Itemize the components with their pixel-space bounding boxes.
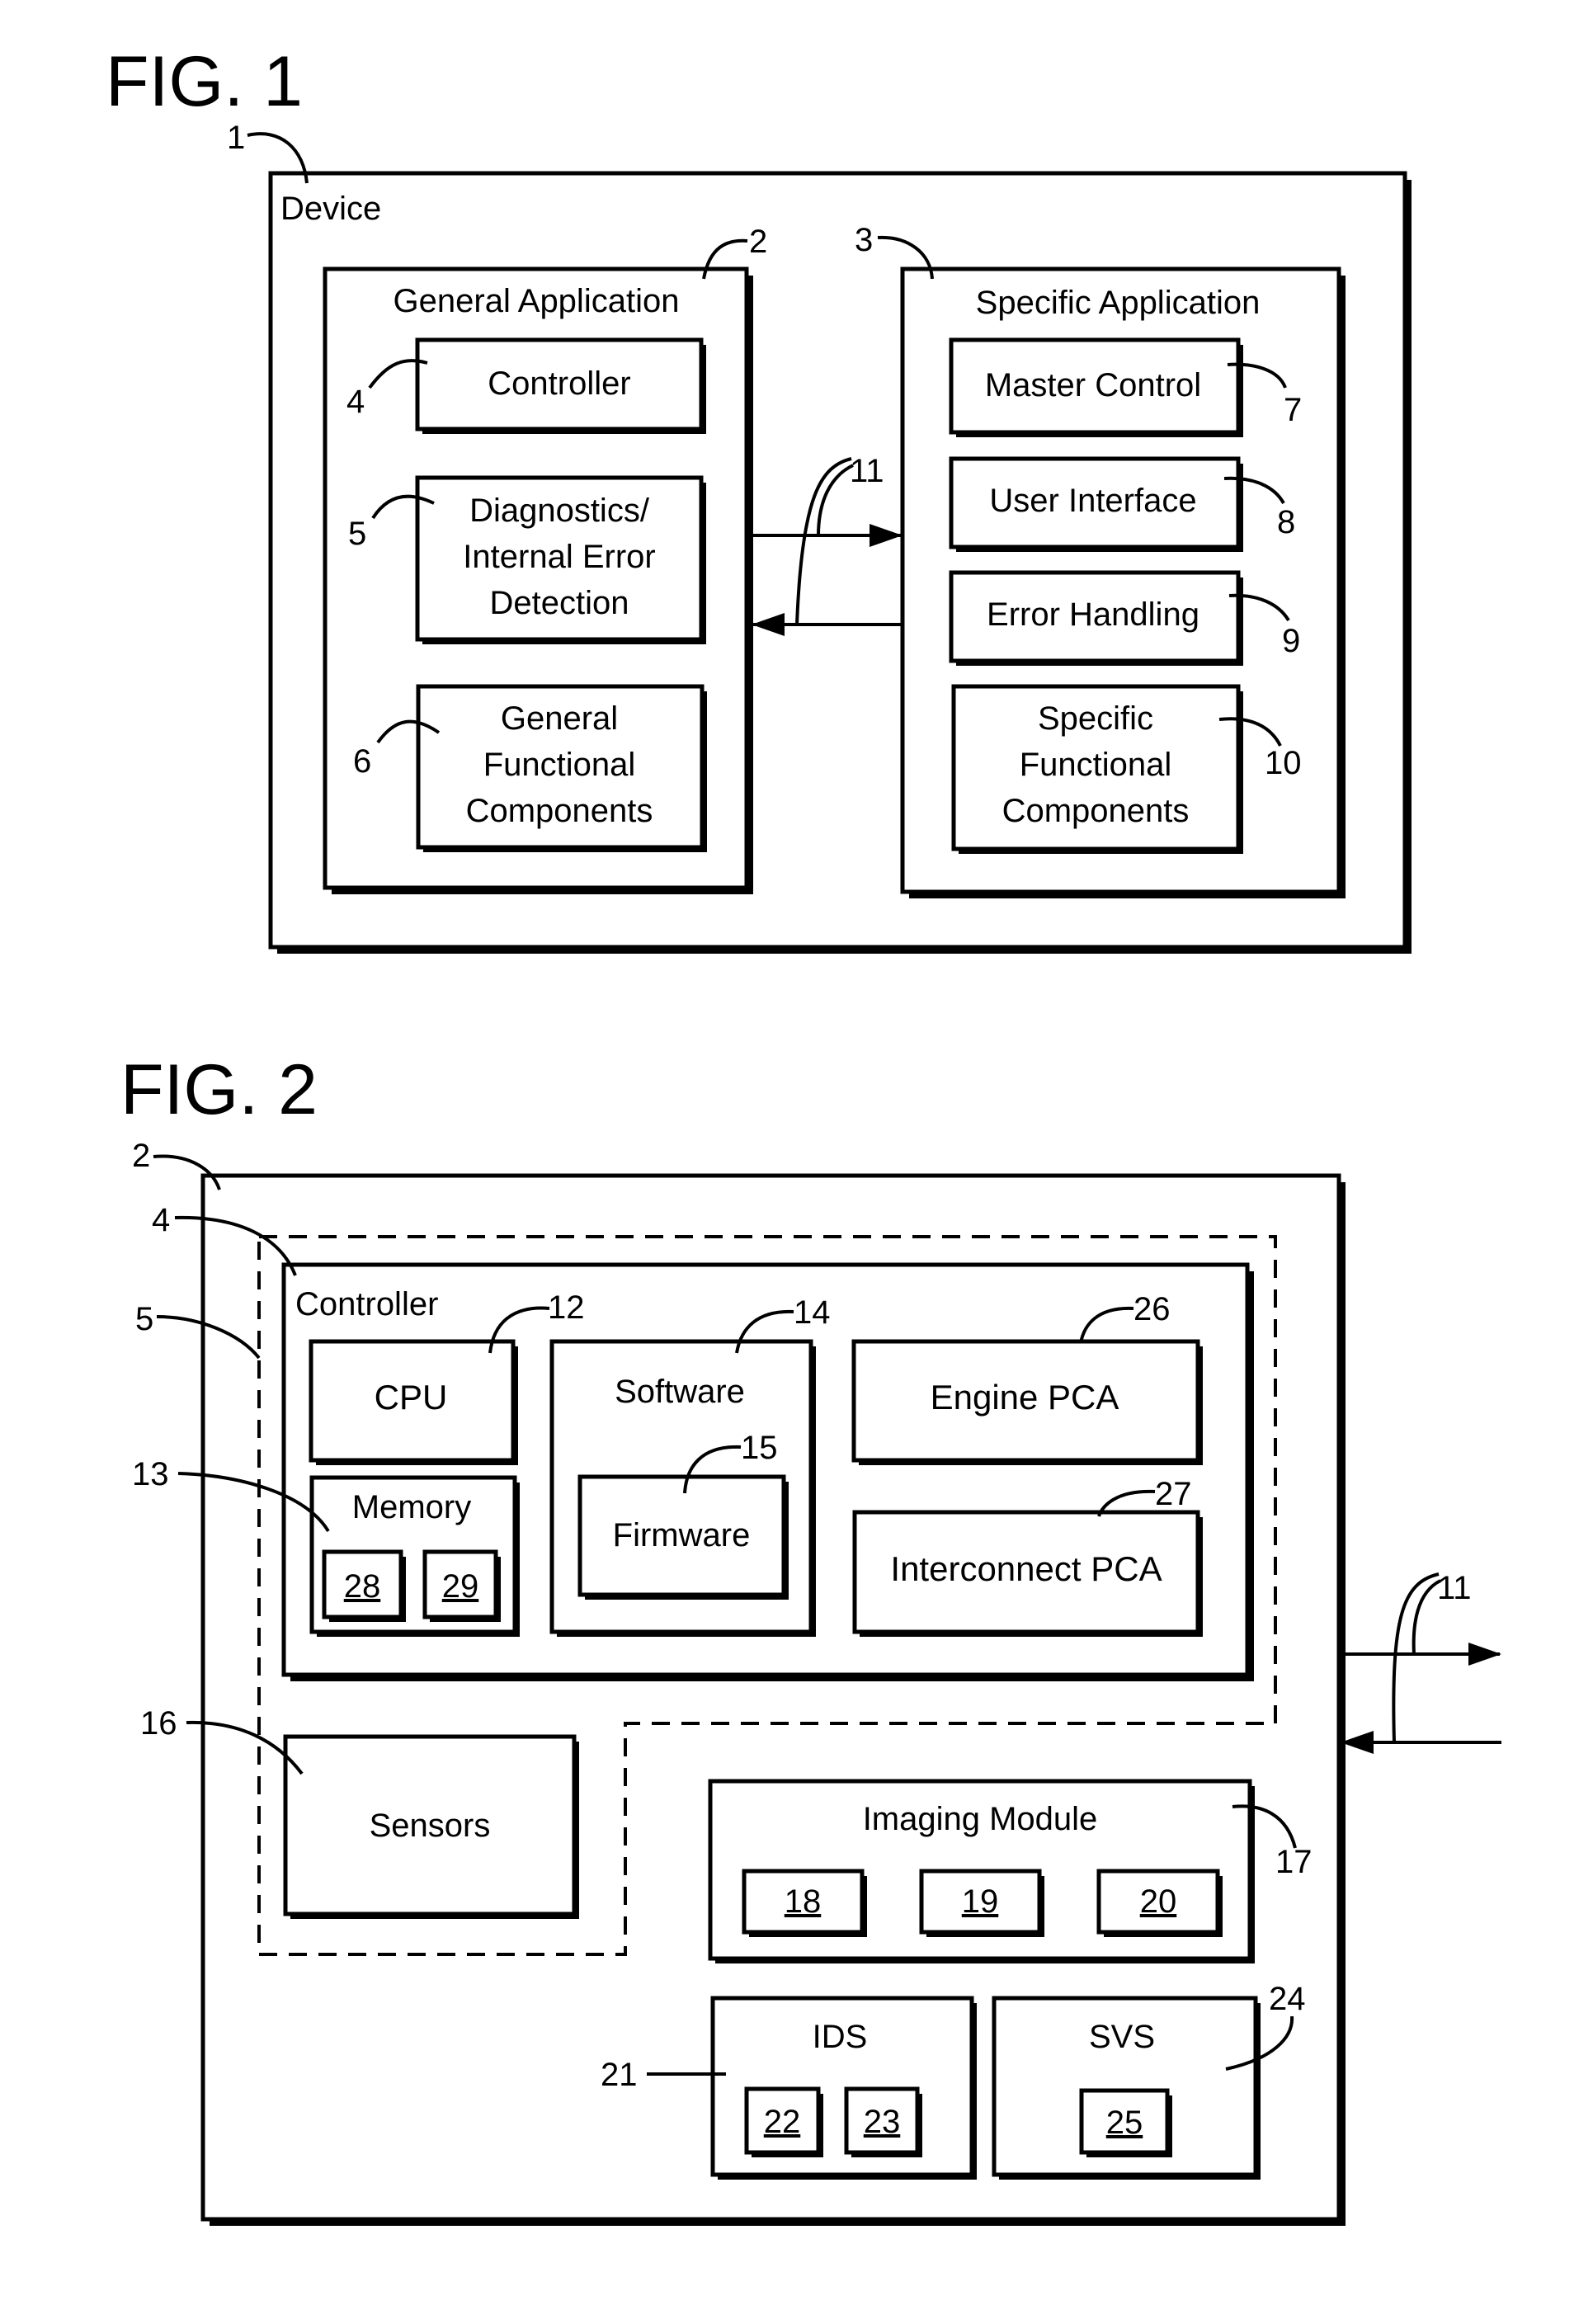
- sfc-label-line-1: Specific: [1038, 700, 1153, 737]
- ref-1: 1: [227, 120, 245, 156]
- ref-5: 5: [135, 1301, 153, 1337]
- ref-27: 27: [1155, 1476, 1192, 1512]
- ref-4: 4: [346, 384, 365, 420]
- controller-label: Controller: [295, 1286, 438, 1322]
- ref-2: 2: [132, 1138, 150, 1174]
- memory-label: Memory: [352, 1489, 471, 1525]
- ref-26: 26: [1133, 1291, 1171, 1327]
- diagnostics-label-line-1: Diagnostics/: [469, 493, 650, 529]
- imaging-module-box: Imaging Module 17 18 19 20: [708, 1779, 1313, 1963]
- ref-15: 15: [741, 1430, 778, 1466]
- diagnostics-label-line-2: Internal Error: [463, 539, 655, 575]
- gfc-label-line-2: Functional: [483, 747, 636, 783]
- imaging-module-label: Imaging Module: [863, 1801, 1098, 1837]
- fig1-title: FIG. 1: [106, 42, 303, 121]
- controller-label: Controller: [488, 365, 630, 402]
- ids-item-23: 23: [844, 2086, 922, 2157]
- ref-24: 24: [1269, 1981, 1306, 2017]
- sfc-label-line-3: Components: [1002, 793, 1190, 829]
- ids-item-22: 22: [744, 2086, 823, 2157]
- figure-2: FIG. 2 2 5 Controller 4 CPU 12 Memory 13…: [120, 1050, 1501, 2226]
- fig2-title: FIG. 2: [120, 1050, 318, 1129]
- ref-14: 14: [794, 1294, 831, 1331]
- item-28-label: 28: [344, 1568, 381, 1605]
- ref-21: 21: [601, 2057, 638, 2093]
- svs-item-25: 25: [1079, 2088, 1172, 2157]
- ref-7: 7: [1284, 392, 1302, 428]
- imaging-item-19: 19: [919, 1869, 1044, 1937]
- ref-13: 13: [132, 1456, 169, 1492]
- item-20-label: 20: [1140, 1883, 1177, 1920]
- ref-11: 11: [1437, 1570, 1472, 1606]
- sensors-label: Sensors: [370, 1808, 491, 1844]
- software-label: Software: [615, 1374, 745, 1410]
- ref-10: 10: [1265, 745, 1302, 781]
- sfc-label-line-2: Functional: [1020, 747, 1172, 783]
- gfc-label-line-3: Components: [466, 793, 653, 829]
- ref-3: 3: [855, 222, 873, 258]
- leader-line: [1392, 1572, 1440, 1743]
- ref-11: 11: [850, 453, 884, 489]
- master-control-label: Master Control: [985, 367, 1201, 403]
- imaging-item-20: 20: [1096, 1869, 1223, 1937]
- item-19-label: 19: [962, 1883, 999, 1920]
- svs-label: SVS: [1089, 2019, 1155, 2055]
- svs-box: SVS 24 25: [992, 1981, 1306, 2180]
- user-interface-label: User Interface: [989, 483, 1196, 519]
- figure-1: FIG. 1 Device 1 General Application 2 Co…: [106, 42, 1412, 954]
- gfc-label-line-1: General: [501, 700, 618, 737]
- patent-figures: FIG. 1 Device 1 General Application 2 Co…: [106, 42, 1501, 2226]
- ref-17: 17: [1275, 1844, 1313, 1880]
- ref-6: 6: [353, 743, 371, 780]
- item-22-label: 22: [764, 2104, 801, 2140]
- interconnect-pca-label: Interconnect PCA: [890, 1549, 1162, 1588]
- ref-8: 8: [1277, 504, 1295, 540]
- interface-11-fig2: 11: [1341, 1570, 1501, 1754]
- item-23-label: 23: [864, 2104, 901, 2140]
- cpu-label: CPU: [375, 1378, 448, 1417]
- diagnostics-label-line-3: Detection: [490, 585, 629, 621]
- engine-pca-label: Engine PCA: [931, 1378, 1119, 1417]
- memory-item-28: 28: [322, 1549, 406, 1622]
- specific-application-label: Specific Application: [976, 285, 1261, 321]
- error-handling-label: Error Handling: [987, 596, 1199, 633]
- ref-5: 5: [348, 516, 366, 552]
- ref-2: 2: [749, 224, 767, 260]
- item-25-label: 25: [1106, 2105, 1143, 2141]
- item-18-label: 18: [785, 1883, 822, 1920]
- ref-9: 9: [1282, 623, 1300, 659]
- device-label: Device: [280, 191, 381, 227]
- ids-label: IDS: [813, 2019, 868, 2055]
- memory-item-29: 29: [422, 1549, 501, 1622]
- memory-box: Memory 13 28 29: [132, 1456, 520, 1637]
- ref-16: 16: [140, 1705, 177, 1742]
- ref-12: 12: [548, 1289, 585, 1326]
- imaging-item-18: 18: [742, 1869, 867, 1937]
- ref-4: 4: [152, 1202, 170, 1238]
- firmware-label: Firmware: [613, 1517, 751, 1553]
- item-29-label: 29: [442, 1568, 479, 1605]
- general-application-label: General Application: [394, 283, 680, 319]
